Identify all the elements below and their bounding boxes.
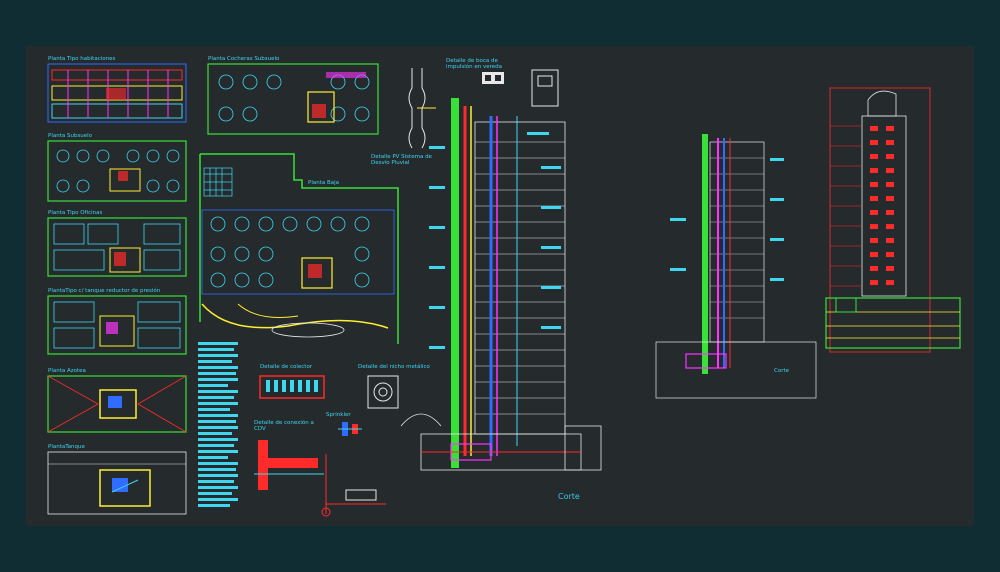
title-detalle-nicho: Detalle del nicho metálico xyxy=(358,364,430,370)
detail-conexion xyxy=(254,440,324,490)
drawing-sheet: Planta Tipo habitaciones Planta Cocheras… xyxy=(26,46,974,526)
plan-drawings xyxy=(47,63,961,517)
title-corte-small: Corte xyxy=(774,368,790,374)
title-planta-tipo-habitaciones: Planta Tipo habitaciones xyxy=(48,56,116,62)
title-detalle-pv: Detalle PV Sistema de Desvío Pluvial xyxy=(371,154,432,166)
detail-riser-base xyxy=(321,454,386,517)
plan-subsuelo xyxy=(47,140,187,202)
title-planta-tanque: PlantaTanque xyxy=(48,444,85,450)
detail-sprinkler xyxy=(338,422,362,436)
section-small xyxy=(655,134,817,399)
elevation xyxy=(825,87,961,353)
detail-nicho xyxy=(367,375,399,409)
title-planta-baja: Planta Baja xyxy=(308,180,340,186)
title-planta-azotea: Planta Azotea xyxy=(48,368,86,374)
plan-tanque xyxy=(47,451,187,515)
detail-pv xyxy=(408,68,436,149)
title-detalle-colector: Detalle de colector xyxy=(260,364,313,370)
legend-table xyxy=(198,342,238,507)
title-planta-cocheras-subsuelo: Planta Cocheras Subsuelo xyxy=(208,56,280,62)
plan-tipo-habitaciones xyxy=(47,63,187,123)
title-planta-subsuelo: Planta Subsuelo xyxy=(48,133,93,139)
plan-tipo-oficinas xyxy=(47,217,187,277)
title-detalle-boca-impulsion: Detalle de boca de impulsión en vereda xyxy=(446,58,503,70)
title-planta-tanque-reductor: PlantaTipo c/ tanque reductor de presión xyxy=(48,288,161,294)
section-floors xyxy=(475,141,565,415)
plan-tanque-reductor xyxy=(47,295,187,355)
plan-planta-baja xyxy=(199,153,399,344)
plan-azotea xyxy=(47,375,187,433)
plan-cocheras-subsuelo xyxy=(207,63,379,135)
title-corte-main: Corte xyxy=(558,492,580,501)
detail-colector xyxy=(259,375,325,399)
detail-boca-impulsion xyxy=(482,69,559,107)
title-sprinkler: Sprinkler xyxy=(326,412,351,418)
title-planta-tipo-oficinas: Planta Tipo Oficinas xyxy=(48,210,103,216)
title-detalle-conexion: Detalle de conexión a CDV xyxy=(254,420,314,432)
